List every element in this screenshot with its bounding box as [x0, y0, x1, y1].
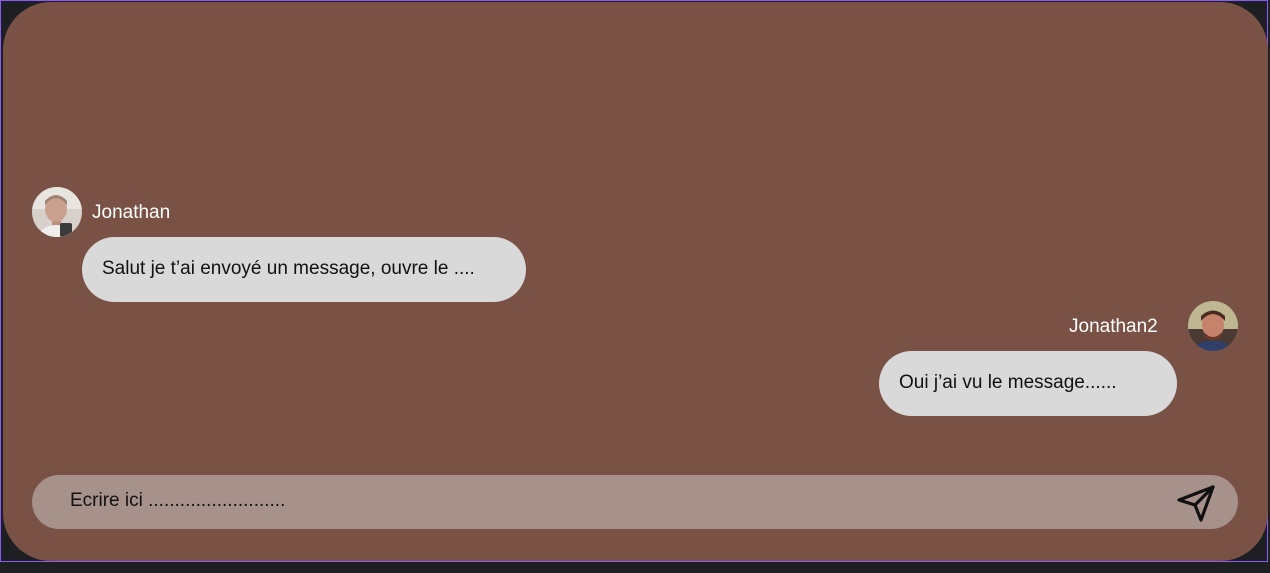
- message-author: Jonathan2: [1069, 316, 1158, 337]
- send-button[interactable]: [1174, 481, 1218, 525]
- message-text: Salut je t’ai envoyé un message, ouvre l…: [102, 258, 475, 279]
- avatar-jonathan2[interactable]: [1188, 301, 1238, 351]
- send-icon: [1177, 485, 1215, 522]
- chat-window: Jonathan Salut je t’ai envoyé un message…: [3, 2, 1268, 561]
- avatar-jonathan-image: [32, 187, 82, 237]
- message-author: Jonathan: [92, 202, 171, 223]
- avatar-jonathan2-image: [1188, 301, 1238, 351]
- message-composer: [32, 475, 1238, 529]
- message-input[interactable]: [70, 490, 1160, 512]
- avatar-jonathan[interactable]: [32, 187, 82, 237]
- message-bubble-sent[interactable]: Oui j’ai vu le message......: [879, 351, 1177, 416]
- message-text: Oui j’ai vu le message......: [899, 372, 1117, 393]
- message-bubble-received[interactable]: Salut je t’ai envoyé un message, ouvre l…: [82, 237, 526, 302]
